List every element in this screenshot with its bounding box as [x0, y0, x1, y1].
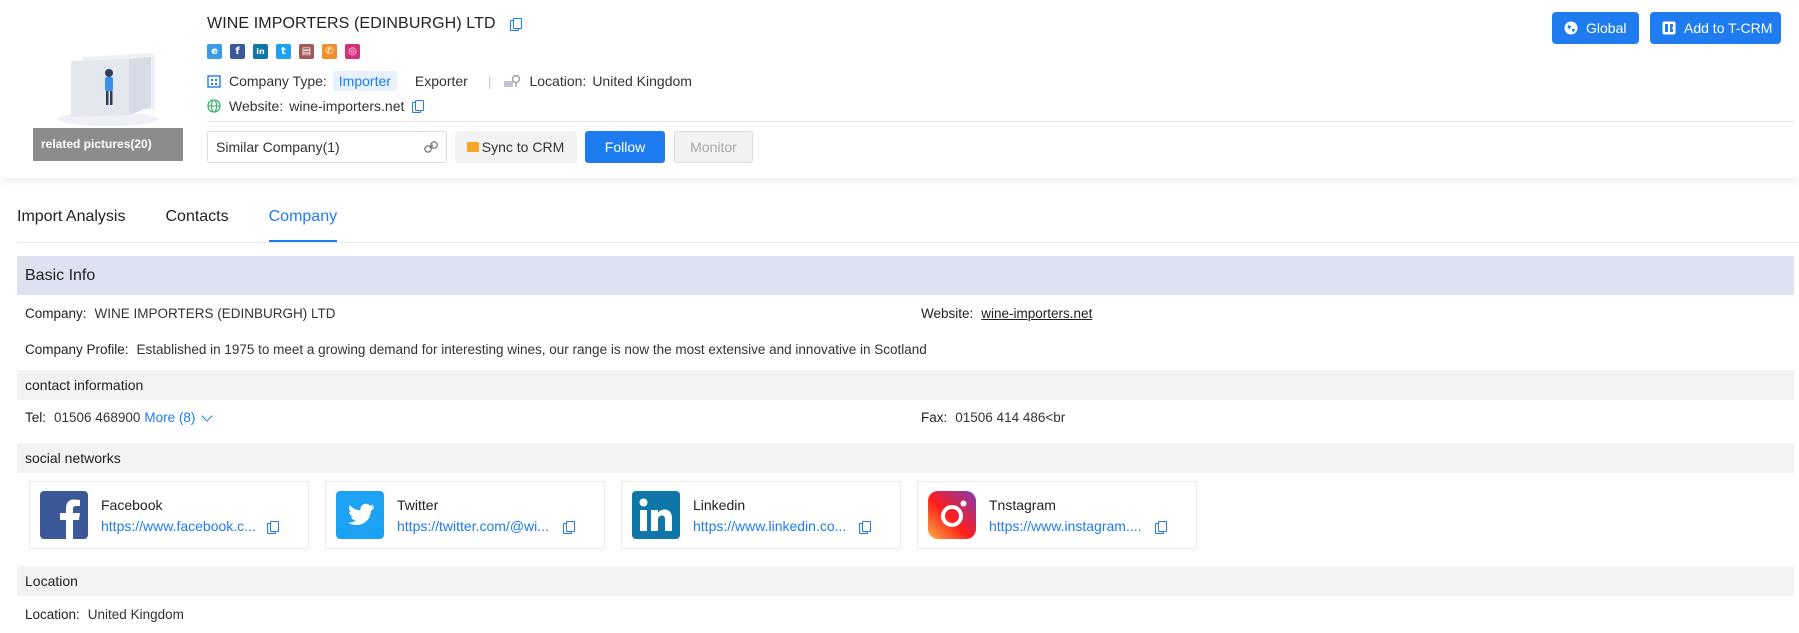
globe-icon	[1564, 21, 1578, 35]
instagram-icon	[928, 491, 976, 539]
fax-icon[interactable]: ▤	[299, 44, 314, 59]
website-field-link[interactable]: wine-importers.net	[981, 306, 1092, 321]
follow-button[interactable]: Follow	[585, 131, 665, 163]
location-header: Location	[17, 566, 1794, 596]
social-url-link[interactable]: https://www.facebook.c...	[101, 518, 256, 534]
website-link[interactable]: wine-importers.net	[289, 98, 404, 114]
instagram-icon[interactable]: ◎	[345, 44, 360, 59]
phone-icon[interactable]: ✆	[322, 44, 337, 59]
social-name: Linkedin	[693, 497, 746, 513]
company-profile-field: Company Profile: Established in 1975 to …	[25, 342, 927, 357]
copy-icon[interactable]	[412, 100, 425, 113]
location-field-value: United Kingdom	[87, 607, 184, 622]
more-phones-toggle[interactable]: More (8)	[144, 409, 214, 425]
globe-icon	[207, 99, 221, 113]
social-card-linkedin: Linkedin https://www.linkedin.co...	[621, 481, 901, 549]
social-url-link[interactable]: https://www.linkedin.co...	[693, 518, 846, 534]
fax-field: Fax: 01506 414 486<br	[921, 410, 1065, 425]
company-type-row: Company Type: Importer Exporter | Locati…	[207, 71, 692, 91]
crm-icon	[1662, 21, 1676, 35]
copy-icon[interactable]	[563, 521, 575, 534]
facebook-icon[interactable]: f	[230, 44, 245, 59]
website-field: Website: wine-importers.net	[921, 306, 1092, 321]
company-profile-value: Established in 1975 to meet a growing de…	[136, 342, 927, 357]
company-field-label: Company:	[25, 306, 87, 321]
global-label: Global	[1586, 20, 1627, 36]
copy-icon[interactable]	[859, 521, 871, 534]
divider: |	[487, 73, 492, 89]
company-field: Company: WINE IMPORTERS (EDINBURGH) LTD	[25, 306, 336, 321]
location-field: Location: United Kingdom	[25, 607, 184, 622]
tab-divider	[17, 242, 1799, 243]
add-to-tcrm-button[interactable]: Add to T-CRM	[1650, 12, 1781, 44]
social-networks-header: social networks	[17, 443, 1794, 473]
company-type-label: Company Type:	[229, 73, 327, 89]
social-url-link[interactable]: https://twitter.com/@wi...	[397, 518, 549, 534]
tab-bar: Import Analysis Contacts Company	[17, 192, 338, 243]
tab-company[interactable]: Company	[268, 192, 338, 243]
location-value: United Kingdom	[592, 73, 692, 89]
linkedin-icon	[632, 491, 680, 539]
company-header: related pictures(20) WINE IMPORTERS (EDI…	[0, 0, 1799, 178]
twitter-icon[interactable]: t	[276, 44, 291, 59]
website-label: Website:	[229, 98, 284, 114]
copy-icon[interactable]	[1155, 521, 1167, 534]
similar-company-label: Similar Company(1)	[216, 139, 340, 155]
location-label: Location:	[529, 73, 587, 89]
type-importer-tag[interactable]: Importer	[332, 71, 397, 91]
basic-info-header: Basic Info	[17, 256, 1794, 295]
facebook-icon	[40, 491, 88, 539]
header-divider	[207, 121, 1794, 122]
building-icon	[207, 75, 221, 88]
website-field-label: Website:	[921, 306, 974, 321]
social-name: Tnstagram	[989, 497, 1056, 513]
tab-import-analysis[interactable]: Import Analysis	[17, 192, 125, 243]
social-card-facebook: Facebook https://www.facebook.c...	[29, 481, 309, 549]
monitor-button[interactable]: Monitor	[674, 131, 753, 163]
linkedin-icon[interactable]: in	[253, 44, 268, 59]
tel-value: 01506 468900	[54, 410, 141, 425]
add-to-tcrm-label: Add to T-CRM	[1684, 20, 1773, 36]
location-field-label: Location:	[25, 607, 80, 622]
tel-label: Tel:	[25, 410, 47, 425]
tel-field: Tel: 01506 468900 More (8)	[25, 409, 214, 425]
company-field-value: WINE IMPORTERS (EDINBURGH) LTD	[94, 306, 336, 321]
global-button[interactable]: Global	[1552, 12, 1639, 44]
sync-to-crm-button[interactable]: Sync to CRM	[455, 131, 577, 163]
contact-information-header: contact information	[17, 370, 1794, 400]
folder-icon	[467, 142, 479, 152]
fax-value: 01506 414 486<br	[955, 410, 1066, 425]
copy-icon[interactable]	[267, 521, 279, 534]
more-phones-label: More (8)	[144, 410, 196, 425]
similar-company-select[interactable]: Similar Company(1)	[207, 131, 447, 163]
twitter-icon	[336, 491, 384, 539]
link-icon	[424, 141, 438, 153]
social-card-instagram: Tnstagram https://www.instagram....	[917, 481, 1197, 549]
social-url-link[interactable]: https://www.instagram....	[989, 518, 1142, 534]
sync-to-crm-label: Sync to CRM	[481, 139, 565, 155]
company-placeholder-illustration	[58, 53, 158, 126]
copy-icon[interactable]	[509, 18, 522, 31]
website-row: Website: wine-importers.net	[207, 98, 425, 114]
related-pictures-button[interactable]: related pictures(20)	[33, 128, 183, 161]
title-row: WINE IMPORTERS (EDINBURGH) LTD	[207, 15, 522, 33]
fax-label: Fax:	[921, 410, 948, 425]
chevron-down-icon	[201, 409, 214, 422]
social-name: Twitter	[397, 497, 439, 513]
tab-contacts[interactable]: Contacts	[165, 192, 228, 243]
company-title: WINE IMPORTERS (EDINBURGH) LTD	[207, 15, 496, 32]
type-exporter-tag[interactable]: Exporter	[409, 71, 474, 91]
location-icon	[504, 74, 521, 87]
company-profile-label: Company Profile:	[25, 342, 129, 357]
ie-icon[interactable]: e	[207, 44, 222, 59]
social-name: Facebook	[101, 497, 163, 513]
social-card-twitter: Twitter https://twitter.com/@wi...	[325, 481, 605, 549]
social-icons-row: e f in t ▤ ✆ ◎	[207, 44, 360, 59]
